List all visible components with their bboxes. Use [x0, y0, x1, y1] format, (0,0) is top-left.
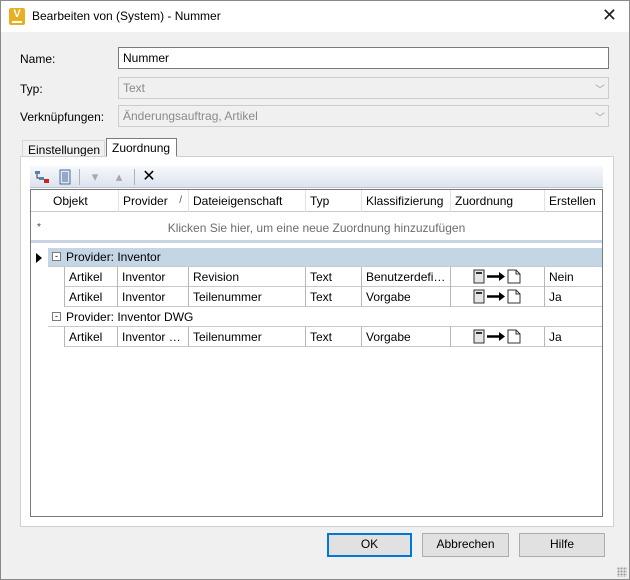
cell-zuordnung	[451, 287, 545, 307]
collapse-icon[interactable]: -	[52, 312, 61, 321]
cell-objekt: Artikel	[64, 267, 118, 287]
grid-header: Objekt Provider / Dateieigenschaft Typ K…	[31, 190, 602, 212]
table-row[interactable]: Artikel Inventor D… Teilenummer Text Vor…	[64, 327, 602, 347]
column-header-provider[interactable]: Provider /	[119, 190, 189, 212]
typ-select: Text ﹀	[118, 77, 609, 99]
chevron-down-icon: ﹀	[595, 85, 605, 96]
move-down-icon[interactable]: ▾	[87, 169, 103, 185]
cell-typ: Text	[306, 267, 362, 287]
delete-icon[interactable]: ✕	[141, 169, 157, 185]
column-header-objekt[interactable]: Objekt	[49, 190, 119, 212]
mapping-direction-icon	[473, 269, 521, 284]
cell-typ: Text	[306, 327, 362, 347]
cell-dateieigenschaft: Revision	[189, 267, 306, 287]
help-button[interactable]: Hilfe	[519, 533, 605, 557]
column-header-erstellen[interactable]: Erstellen	[545, 190, 602, 212]
window-title: Bearbeiten von (System) - Nummer	[32, 9, 221, 23]
cell-provider: Inventor D…	[118, 327, 189, 347]
dialog-window: V Bearbeiten von (System) - Nummer ✕ Nam…	[0, 0, 630, 580]
grid-toolbar: ▾ ▴ ✕	[30, 166, 603, 188]
add-mapping-icon[interactable]	[34, 169, 50, 185]
group-label: Provider: Inventor	[66, 250, 161, 264]
cell-klassifizierung: Benutzerdefin…	[362, 267, 451, 287]
import-mapping-icon[interactable]	[57, 169, 73, 185]
ok-button[interactable]: OK	[327, 533, 412, 557]
mapping-grid: Objekt Provider / Dateieigenschaft Typ K…	[30, 189, 603, 517]
resize-grip-icon[interactable]	[617, 567, 627, 577]
column-header-provider-label: Provider	[123, 194, 168, 208]
cell-erstellen: Ja	[549, 330, 562, 344]
mapping-direction-icon	[473, 289, 521, 304]
table-row[interactable]: Artikel Inventor Teilenummer Text Vorgab…	[64, 287, 602, 307]
group-label: Provider: Inventor DWG	[66, 310, 194, 324]
links-select: Änderungsauftrag, Artikel ﹀	[118, 105, 609, 127]
column-header-zuordnung[interactable]: Zuordnung	[451, 190, 545, 212]
move-up-icon[interactable]: ▴	[111, 169, 127, 185]
name-label: Name:	[20, 52, 56, 66]
table-row[interactable]: Artikel Inventor Revision Text Benutzerd…	[64, 267, 602, 287]
mapping-direction-icon	[473, 329, 521, 344]
typ-label: Typ:	[20, 82, 43, 96]
column-header-typ[interactable]: Typ	[306, 190, 362, 212]
name-input[interactable]: Nummer	[118, 47, 609, 69]
cell-provider: Inventor	[118, 287, 189, 307]
cell-erstellen: Nein	[549, 270, 574, 284]
cell-erstellen: Ja	[549, 290, 562, 304]
links-label: Verknüpfungen:	[20, 110, 105, 124]
cell-klassifizierung: Vorgabe	[362, 287, 451, 307]
close-icon[interactable]: ✕	[602, 6, 617, 24]
column-header-dateieigenschaft[interactable]: Dateieigenschaft	[189, 190, 306, 212]
tab-panel-zuordnung: ▾ ▴ ✕ Objekt Provider / Dateieigenschaft…	[20, 156, 614, 527]
cell-objekt: Artikel	[64, 287, 118, 307]
cell-objekt: Artikel	[64, 327, 118, 347]
sort-indicator-icon: /	[179, 195, 182, 206]
group-row-provider-inventor[interactable]: - Provider: Inventor	[48, 248, 602, 267]
links-value: Änderungsauftrag, Artikel	[123, 109, 258, 123]
title-bar: V Bearbeiten von (System) - Nummer ✕	[1, 1, 629, 32]
collapse-icon[interactable]: -	[52, 252, 61, 261]
new-row-hint: Klicken Sie hier, um eine neue Zuordnung…	[167, 221, 466, 235]
group-row-provider-inventor-dwg[interactable]: - Provider: Inventor DWG	[48, 308, 602, 327]
tab-zuordnung[interactable]: Zuordnung	[106, 138, 177, 157]
cell-klassifizierung: Vorgabe	[362, 327, 451, 347]
vault-app-icon: V	[9, 8, 25, 25]
cell-dateieigenschaft: Teilenummer	[189, 327, 306, 347]
cell-zuordnung	[451, 267, 545, 287]
cancel-button[interactable]: Abbrechen	[422, 533, 509, 557]
cell-dateieigenschaft: Teilenummer	[189, 287, 306, 307]
cell-zuordnung	[451, 327, 545, 347]
cell-provider: Inventor	[118, 267, 189, 287]
current-row-indicator-icon	[36, 253, 44, 263]
column-header-klassifizierung[interactable]: Klassifizierung	[362, 190, 451, 212]
chevron-down-icon: ﹀	[595, 113, 605, 124]
new-row-placeholder[interactable]: * Klicken Sie hier, um eine neue Zuordnu…	[31, 213, 602, 243]
cell-typ: Text	[306, 287, 362, 307]
typ-value: Text	[123, 81, 146, 95]
